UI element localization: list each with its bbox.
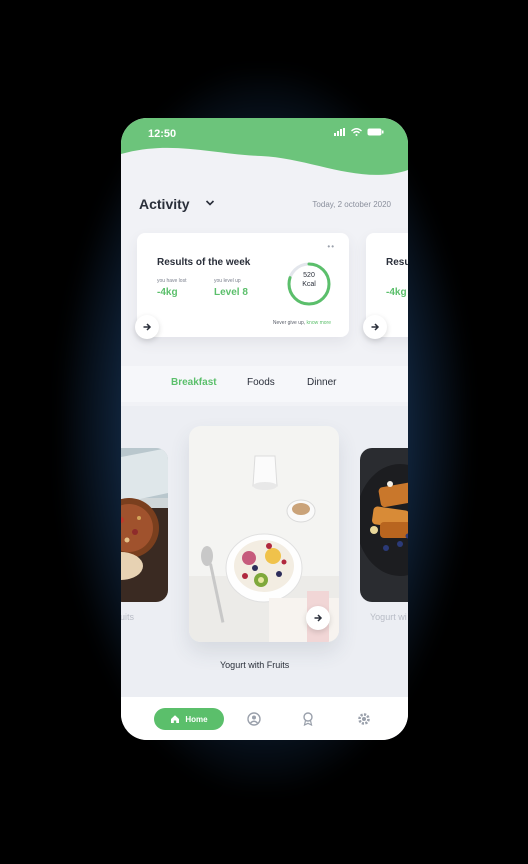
tab-foods[interactable]: Foods	[247, 377, 275, 388]
lost-value: -4kg	[157, 287, 178, 298]
arrow-right-icon	[143, 323, 152, 331]
nav-home-button[interactable]: Home	[154, 708, 224, 730]
level-label: you level up	[214, 278, 241, 284]
settings-icon[interactable]	[357, 712, 371, 726]
activity-header: Activity Today, 2 october 2020	[139, 196, 391, 216]
home-icon	[171, 715, 180, 723]
food-card-left[interactable]	[121, 448, 168, 602]
stage: 12:50 Activity Today, 2 october 2020 •• …	[0, 0, 528, 864]
kcal-unit: Kcal	[302, 281, 316, 288]
signal-icon	[334, 128, 345, 136]
battery-icon	[367, 128, 384, 136]
know-more-link[interactable]: know more	[307, 320, 331, 326]
food-next-button[interactable]	[306, 606, 330, 630]
footer-text: Never give up,	[272, 320, 306, 326]
status-bar: 12:50	[121, 118, 408, 178]
phone-screen: 12:50 Activity Today, 2 october 2020 •• …	[121, 118, 408, 740]
food-name-right: Yogurt wi	[370, 612, 407, 622]
current-date: Today, 2 october 2020	[312, 200, 391, 209]
lost-value-next: -4kg	[386, 287, 407, 298]
kcal-value: 520	[303, 272, 315, 279]
food-carousel: ruits	[121, 406, 408, 696]
results-title: Results of the week	[157, 257, 251, 268]
award-icon[interactable]	[301, 712, 315, 726]
food-card-right[interactable]	[360, 448, 408, 602]
kcal-readout: 520 Kcal	[287, 271, 331, 289]
results-next-button-2[interactable]	[363, 315, 387, 339]
food-image-french-toast	[360, 448, 408, 602]
card-footer: Never give up, know more	[273, 320, 331, 326]
wifi-icon	[351, 128, 362, 136]
meal-tabs: Breakfast Foods Dinner	[121, 366, 408, 402]
tab-dinner[interactable]: Dinner	[307, 377, 336, 388]
arrow-right-icon	[314, 614, 323, 622]
lost-label: you have lost	[157, 278, 187, 284]
arrow-right-icon	[371, 323, 380, 331]
tab-breakfast[interactable]: Breakfast	[171, 377, 217, 388]
results-next-button[interactable]	[135, 315, 159, 339]
page-title: Activity	[139, 196, 190, 212]
nav-home-label: Home	[185, 714, 208, 724]
status-time: 12:50	[148, 128, 177, 140]
card-menu-icon[interactable]: ••	[327, 242, 335, 251]
status-icons	[334, 128, 384, 136]
results-title-next: Resu	[386, 257, 408, 268]
food-image-granola	[121, 448, 168, 602]
food-name-left: ruits	[121, 612, 135, 622]
food-name-center: Yogurt with Fruits	[220, 660, 290, 670]
bottom-nav: Home	[121, 696, 408, 740]
results-card[interactable]: •• Results of the week you have lost -4k…	[137, 233, 349, 337]
level-value: Level 8	[214, 287, 248, 298]
chevron-down-icon[interactable]	[205, 199, 215, 207]
profile-icon[interactable]	[247, 712, 261, 726]
